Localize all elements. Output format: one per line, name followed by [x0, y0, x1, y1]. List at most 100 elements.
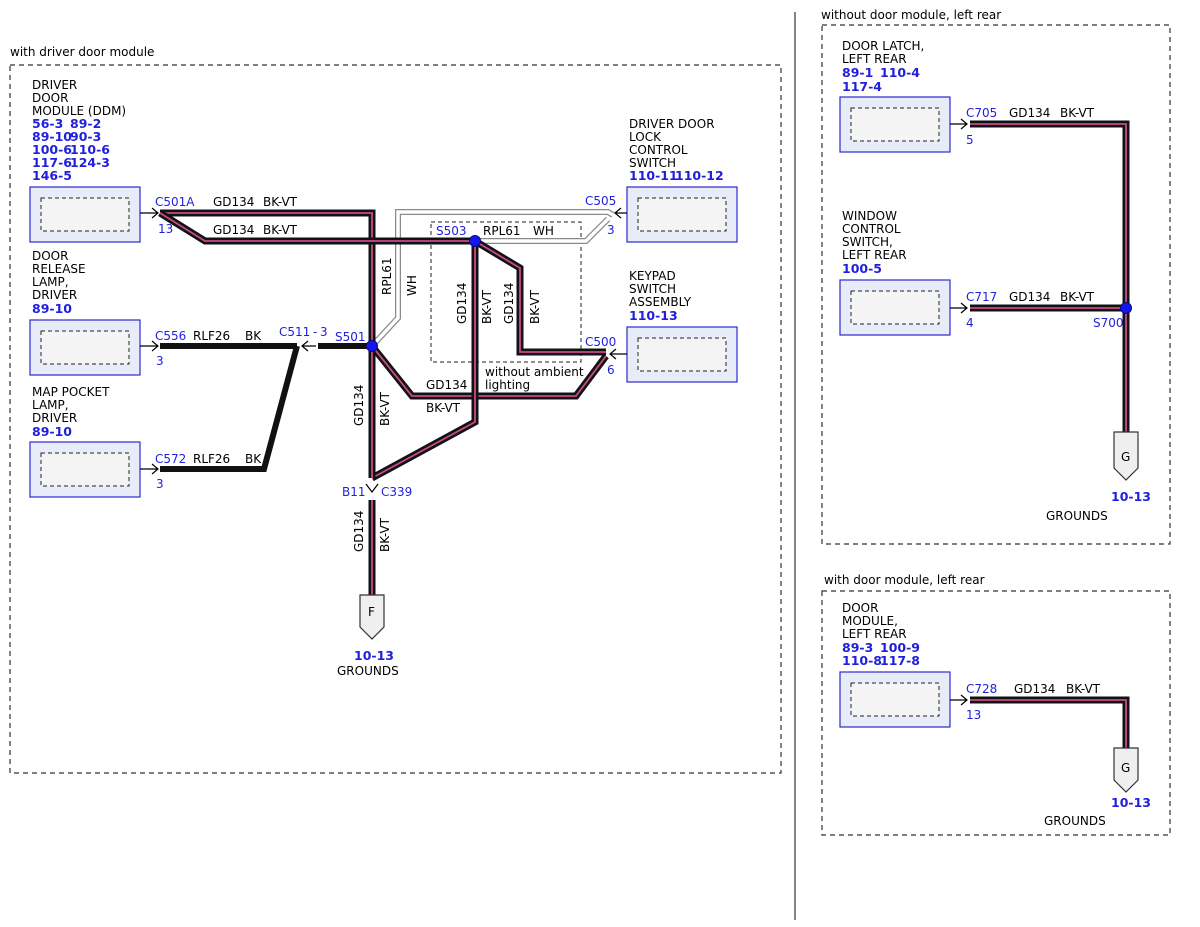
- svg-text:G: G: [1121, 761, 1130, 775]
- wiring-diagram: with driver door module without door mod…: [9, 8, 1171, 920]
- svg-text:LEFT REAR: LEFT REAR: [842, 52, 907, 66]
- wire-label: WH: [405, 275, 419, 296]
- release-lamp-component[interactable]: [29, 319, 141, 376]
- wire-label: RLF26: [193, 452, 230, 466]
- connector-c511[interactable]: C511: [279, 325, 310, 339]
- pin-number: 3: [320, 325, 328, 339]
- ref-link[interactable]: 117-4: [842, 79, 882, 94]
- window-switch-component[interactable]: [839, 279, 951, 336]
- ground-g-rear-module[interactable]: G: [1113, 747, 1139, 793]
- wire-label: RLF26: [193, 329, 230, 343]
- svg-text:CONTROL: CONTROL: [842, 222, 901, 236]
- lock-switch-label: DRIVER DOOR LOCK CONTROL SWITCH: [629, 117, 715, 170]
- svg-text:DRIVER DOOR: DRIVER DOOR: [629, 117, 715, 131]
- wire-label: BK: [245, 329, 262, 343]
- latch-label: DOOR LATCH, LEFT REAR: [842, 39, 924, 66]
- frame-title-driver: with driver door module: [10, 45, 154, 59]
- grounds-label: GROUNDS: [1044, 814, 1106, 828]
- wire-gd134-bkvt-rear[interactable]: [970, 120, 1130, 432]
- ddm-label: DRIVER DOOR MODULE (DDM): [32, 78, 126, 118]
- ground-f[interactable]: F: [359, 594, 385, 640]
- wire-label: RPL61: [483, 224, 521, 238]
- rear-module-component[interactable]: [839, 671, 951, 728]
- ref-link[interactable]: 110-13: [629, 308, 678, 323]
- wire-label: GD134: [455, 283, 469, 324]
- connector-arrow: [950, 302, 968, 314]
- wire-label: WH: [533, 224, 554, 238]
- ref-link[interactable]: 89-10: [32, 301, 72, 316]
- connector-b11[interactable]: B11: [342, 485, 366, 499]
- ref-link[interactable]: 146-5: [32, 168, 72, 183]
- ambient-note: lighting: [485, 378, 530, 392]
- ref-link[interactable]: 89-10: [32, 424, 72, 439]
- svg-text:LOCK: LOCK: [629, 130, 662, 144]
- ref-link[interactable]: 89-1: [842, 65, 873, 80]
- splice-label-s501: S501: [335, 330, 366, 344]
- ref-link[interactable]: 117-8: [880, 653, 920, 668]
- svg-text:MODULE,: MODULE,: [842, 614, 898, 628]
- splice-label-s700: S700: [1093, 316, 1124, 330]
- ref-link[interactable]: 110-4: [880, 65, 920, 80]
- ref-link[interactable]: 110-11: [629, 168, 678, 183]
- connector-c505[interactable]: C505: [585, 194, 616, 208]
- wire-label: GD134: [213, 195, 254, 209]
- grounds-label: GROUNDS: [1046, 509, 1108, 523]
- ref-link[interactable]: 124-3: [70, 155, 110, 170]
- svg-text:LEFT REAR: LEFT REAR: [842, 248, 907, 262]
- lock-switch-component[interactable]: [626, 186, 738, 243]
- connector-c728[interactable]: C728: [966, 682, 997, 696]
- svg-text:LAMP,: LAMP,: [32, 398, 69, 412]
- pin-number: 5: [966, 133, 974, 147]
- connector-c501a[interactable]: C501A: [155, 195, 195, 209]
- ref-link[interactable]: 10-13: [354, 648, 394, 663]
- svg-text:SWITCH: SWITCH: [629, 282, 676, 296]
- svg-text:LEFT REAR: LEFT REAR: [842, 627, 907, 641]
- connector-c500[interactable]: C500: [585, 335, 616, 349]
- keypad-component[interactable]: [626, 326, 738, 383]
- connector-c705[interactable]: C705: [966, 106, 997, 120]
- svg-text:KEYPAD: KEYPAD: [629, 269, 676, 283]
- splice-s501[interactable]: [366, 340, 378, 352]
- wire-label: RPL61: [380, 257, 394, 295]
- wire-gd134-bkvt-rear-module[interactable]: [970, 696, 1130, 748]
- splice-s503[interactable]: [469, 235, 481, 247]
- wire-label: GD134: [1014, 682, 1055, 696]
- svg-text:F: F: [368, 605, 375, 619]
- connector-arrow: [950, 118, 968, 130]
- svg-text:DOOR: DOOR: [32, 91, 68, 105]
- svg-text:LAMP,: LAMP,: [32, 275, 69, 289]
- wire-label: GD134: [213, 223, 254, 237]
- connector-c572[interactable]: C572: [155, 452, 186, 466]
- connector-c717[interactable]: C717: [966, 290, 997, 304]
- ref-link[interactable]: 10-13: [1111, 489, 1151, 504]
- map-pocket-label: MAP POCKET LAMP, DRIVER: [32, 385, 110, 425]
- wire-label: BK-VT: [1066, 682, 1101, 696]
- ddm-component[interactable]: [29, 186, 141, 243]
- splice-s700[interactable]: [1120, 302, 1132, 314]
- ref-link[interactable]: 100-5: [842, 261, 882, 276]
- connector-c339[interactable]: C339: [381, 485, 412, 499]
- connector-c556[interactable]: C556: [155, 329, 186, 343]
- latch-component[interactable]: [839, 96, 951, 153]
- pin-number: 3: [156, 477, 164, 491]
- svg-text:G: G: [1121, 450, 1130, 464]
- ddm-refs: 56-3 89-2 89-10 90-3 100-6 110-6 117-6 1…: [32, 116, 110, 183]
- svg-text:WINDOW: WINDOW: [842, 209, 897, 223]
- frame-title-rear-no-module: without door module, left rear: [821, 8, 1001, 22]
- ground-g-rear[interactable]: G: [1113, 431, 1139, 481]
- grounds-label: GROUNDS: [337, 664, 399, 678]
- ref-link[interactable]: 110-8: [842, 653, 882, 668]
- frame-title-rear-module: with door module, left rear: [824, 573, 985, 587]
- ref-link[interactable]: 10-13: [1111, 795, 1151, 810]
- wire-label: BK-VT: [378, 391, 392, 426]
- ref-link[interactable]: 110-12: [675, 168, 724, 183]
- map-pocket-component[interactable]: [29, 441, 141, 498]
- svg-text:DOOR: DOOR: [842, 601, 878, 615]
- window-switch-label: WINDOW CONTROL SWITCH, LEFT REAR: [842, 209, 907, 262]
- wire-label: BK-VT: [480, 289, 494, 324]
- svg-text:RELEASE: RELEASE: [32, 262, 86, 276]
- connector-c511-dash: -: [313, 325, 317, 339]
- pin-number: 13: [158, 222, 173, 236]
- svg-text:ASSEMBLY: ASSEMBLY: [629, 295, 692, 309]
- wire-rlf26-bk[interactable]: [160, 343, 372, 472]
